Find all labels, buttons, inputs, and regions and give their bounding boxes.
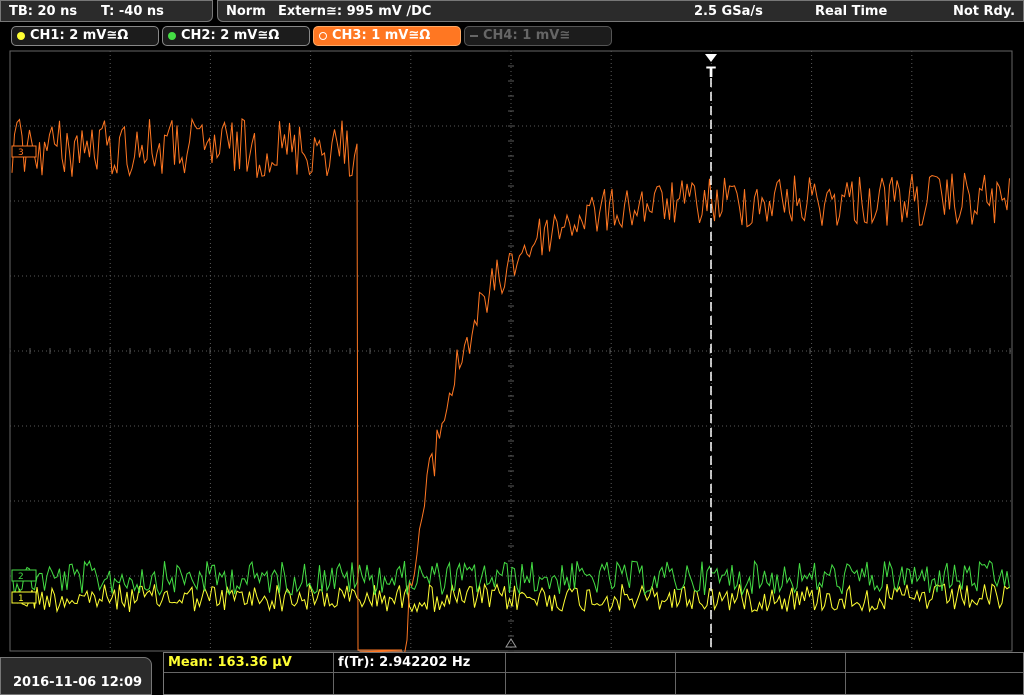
measurement-slot-8[interactable] <box>506 673 676 694</box>
ch1-marker[interactable] <box>11 591 37 604</box>
trigger-panel[interactable]: Norm Extern≅: 995 mV ∕DC 2.5 GSa/s Real … <box>217 0 1024 22</box>
ch3-marker-label: 3 <box>18 148 24 158</box>
ch4-off-icon <box>470 35 478 37</box>
ch2-indicator-icon <box>168 32 176 40</box>
ready-state: Not Rdy. <box>953 4 1016 19</box>
measurement-slot-4[interactable] <box>676 653 846 673</box>
timebase-readout[interactable]: TB: 20 ns <box>9 4 77 19</box>
ch4-label: CH4: 1 mV≅ <box>483 28 571 43</box>
measurement-slot-6[interactable] <box>164 673 334 694</box>
trigger-offset-readout[interactable]: T: -40 ns <box>101 4 164 19</box>
ch1-label: CH1: 2 mV≅Ω <box>30 28 129 43</box>
ch1-marker-label: 1 <box>18 594 24 604</box>
channel-2-button[interactable]: CH2: 2 mV≅Ω <box>162 26 310 46</box>
ch1-indicator-icon <box>17 32 25 40</box>
channel-4-button[interactable]: CH4: 1 mV≅ <box>464 26 612 46</box>
channel-1-button[interactable]: CH1: 2 mV≅Ω <box>11 26 159 46</box>
measurement-slot-9[interactable] <box>676 673 846 694</box>
channel-3-button[interactable]: CH3: 1 mV≅Ω <box>313 26 461 46</box>
status-bar: TB: 20 ns T: -40 ns Norm Extern≅: 995 mV… <box>0 0 1024 24</box>
datetime-readout: 2016-11-06 12:09 <box>13 675 143 690</box>
measurement-slot-5[interactable] <box>846 653 1023 673</box>
ch3-label: CH3: 1 mV≅Ω <box>332 28 431 43</box>
measurement-slot-3[interactable] <box>506 653 676 673</box>
ch2-label: CH2: 2 mV≅Ω <box>181 28 280 43</box>
measurement-slot-10[interactable] <box>846 673 1023 694</box>
ch2-marker[interactable] <box>11 569 37 582</box>
waveform-display[interactable]: T 3 2 1 <box>0 50 1024 652</box>
frequency-measurement[interactable]: f(Tr): 2.942202 Hz <box>334 653 506 673</box>
measurement-slot-7[interactable] <box>334 673 506 694</box>
ch2-marker-label: 2 <box>18 572 24 582</box>
trigger-marker-label: T <box>706 65 716 81</box>
timebase-panel[interactable]: TB: 20 ns T: -40 ns <box>0 0 213 22</box>
datetime-panel: 2016-11-06 12:09 <box>0 657 152 695</box>
trigger-source[interactable]: Extern≅: 995 mV ∕DC <box>278 4 431 19</box>
mean-measurement[interactable]: Mean: 163.36 µV <box>164 653 334 673</box>
ch3-indicator-icon <box>319 32 327 40</box>
acquisition-mode[interactable]: Real Time <box>815 4 887 19</box>
measurement-panel[interactable]: Mean: 163.36 µV f(Tr): 2.942202 Hz <box>163 652 1024 695</box>
ch3-marker[interactable] <box>11 145 37 158</box>
trigger-mode[interactable]: Norm <box>226 4 266 19</box>
sample-rate: 2.5 GSa/s <box>694 4 763 19</box>
channel-bar: CH1: 2 mV≅Ω CH2: 2 mV≅Ω CH3: 1 mV≅Ω CH4:… <box>0 26 1024 48</box>
